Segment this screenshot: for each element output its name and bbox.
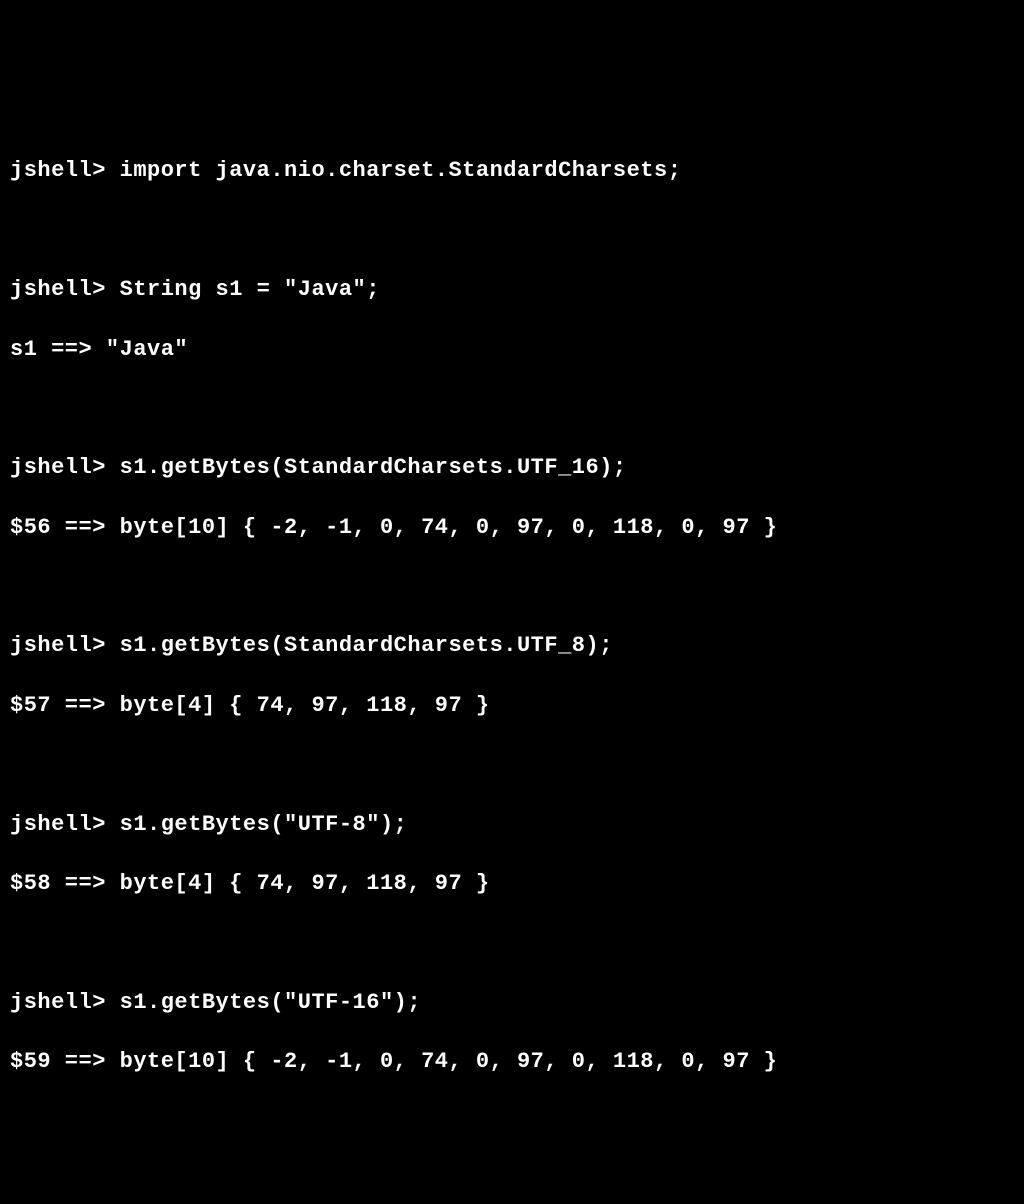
prompt-line: jshell> String s1 = "Java"; (10, 275, 1014, 305)
blank-line (10, 928, 1014, 958)
output-line: $58 ==> byte[4] { 74, 97, 118, 97 } (10, 869, 1014, 899)
prompt-line: jshell> s1.getBytes("UTF-16"); (10, 988, 1014, 1018)
prompt-line: jshell> s1.getBytes(StandardCharsets.UTF… (10, 631, 1014, 661)
output-line: $56 ==> byte[10] { -2, -1, 0, 74, 0, 97,… (10, 513, 1014, 543)
prompt-line: jshell> s1.getBytes(StandardCharsets.UTF… (10, 453, 1014, 483)
blank-line (10, 750, 1014, 780)
blank-line (10, 216, 1014, 246)
terminal-output: jshell> import java.nio.charset.Standard… (10, 127, 1014, 1107)
blank-line (10, 572, 1014, 602)
output-line: $57 ==> byte[4] { 74, 97, 118, 97 } (10, 691, 1014, 721)
blank-line (10, 394, 1014, 424)
prompt-line: jshell> s1.getBytes("UTF-8"); (10, 810, 1014, 840)
output-line: s1 ==> "Java" (10, 335, 1014, 365)
output-line: $59 ==> byte[10] { -2, -1, 0, 74, 0, 97,… (10, 1047, 1014, 1077)
prompt-line: jshell> import java.nio.charset.Standard… (10, 156, 1014, 186)
